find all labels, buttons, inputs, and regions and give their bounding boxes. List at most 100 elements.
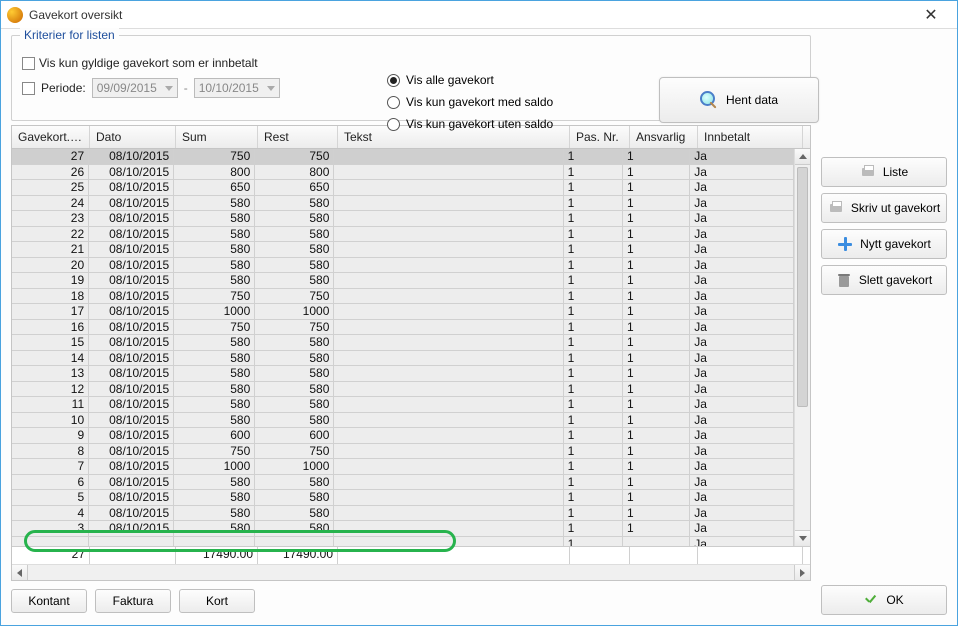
table-cell: 7 — [12, 459, 89, 474]
period-to-input[interactable]: 10/10/2015 — [194, 78, 280, 98]
show-valid-paid-checkbox[interactable] — [22, 57, 35, 70]
app-icon — [7, 7, 23, 23]
kort-button[interactable]: Kort — [179, 589, 255, 613]
table-row[interactable]: 2708/10/201575075011Ja — [12, 149, 794, 165]
table-row[interactable]: 2608/10/201580080011Ja — [12, 165, 794, 181]
table-row[interactable]: 508/10/201558058011Ja — [12, 490, 794, 506]
ok-button[interactable]: OK — [821, 585, 947, 615]
radio-with-balance[interactable] — [387, 96, 400, 109]
kontant-button[interactable]: Kontant — [11, 589, 87, 613]
table-row[interactable]: 1008/10/201558058011Ja — [12, 413, 794, 429]
table-cell: 1 — [564, 196, 623, 211]
table-cell: 08/10/2015 — [89, 304, 174, 319]
chevron-down-icon[interactable] — [265, 82, 277, 94]
table-cell: 13 — [12, 366, 89, 381]
table-cell: 08/10/2015 — [89, 428, 174, 443]
table-cell: 08/10/2015 — [89, 180, 174, 195]
table-cell: Ja — [690, 490, 794, 505]
horizontal-scrollbar[interactable] — [12, 564, 810, 580]
table-cell: Ja — [690, 444, 794, 459]
table-cell: 19 — [12, 273, 89, 288]
table-row[interactable]: 1408/10/201558058011Ja — [12, 351, 794, 367]
table-row[interactable]: 1508/10/201558058011Ja — [12, 335, 794, 351]
slett-gavekort-button[interactable]: Slett gavekort — [821, 265, 947, 295]
table-cell: 750 — [255, 320, 334, 335]
scroll-right-icon[interactable] — [794, 565, 810, 581]
col-header-dato[interactable]: Dato — [90, 126, 176, 148]
table-row[interactable]: 1Ja — [12, 537, 794, 547]
table-row[interactable]: 708/10/20151000100011Ja — [12, 459, 794, 475]
table-cell: 1 — [623, 521, 690, 536]
table-row[interactable]: 1708/10/20151000100011Ja — [12, 304, 794, 320]
table-cell: 6 — [12, 475, 89, 490]
col-header-pasnr[interactable]: Pas. Nr. — [570, 126, 630, 148]
table-cell: Ja — [690, 196, 794, 211]
scroll-down-icon[interactable] — [795, 530, 810, 546]
radio-all[interactable] — [387, 74, 400, 87]
table-cell: 26 — [12, 165, 89, 180]
table-cell — [334, 335, 563, 350]
table-cell: 15 — [12, 335, 89, 350]
table-row[interactable]: 2408/10/201558058011Ja — [12, 196, 794, 212]
table-cell: Ja — [690, 320, 794, 335]
chevron-down-icon[interactable] — [163, 82, 175, 94]
period-from-input[interactable]: 09/09/2015 — [92, 78, 178, 98]
table-cell: 10 — [12, 413, 89, 428]
period-from-value: 09/09/2015 — [97, 81, 157, 95]
table-row[interactable]: 308/10/201558058011Ja — [12, 521, 794, 537]
table-row[interactable]: 2208/10/201558058011Ja — [12, 227, 794, 243]
radio-row-without-balance[interactable]: Vis kun gavekort uten saldo — [387, 113, 553, 135]
vertical-scrollbar[interactable] — [794, 149, 810, 546]
table-cell — [334, 366, 563, 381]
scroll-up-icon[interactable] — [795, 149, 810, 165]
table-row[interactable]: 1608/10/201575075011Ja — [12, 320, 794, 336]
table-cell: 580 — [174, 413, 255, 428]
table-row[interactable]: 608/10/201558058011Ja — [12, 475, 794, 491]
table-cell: 1 — [564, 242, 623, 257]
radio-without-balance-label: Vis kun gavekort uten saldo — [406, 117, 553, 131]
table-cell: 08/10/2015 — [89, 506, 174, 521]
period-checkbox[interactable] — [22, 82, 35, 95]
table-cell: 1 — [564, 289, 623, 304]
scroll-left-icon[interactable] — [12, 565, 28, 581]
table-row[interactable]: 1808/10/201575075011Ja — [12, 289, 794, 305]
faktura-button[interactable]: Faktura — [95, 589, 171, 613]
table-cell: 600 — [255, 428, 334, 443]
table-row[interactable]: 2108/10/201558058011Ja — [12, 242, 794, 258]
table-cell: 580 — [174, 475, 255, 490]
radio-row-with-balance[interactable]: Vis kun gavekort med saldo — [387, 91, 553, 113]
table-row[interactable]: 2508/10/201565065011Ja — [12, 180, 794, 196]
nytt-gavekort-button[interactable]: Nytt gavekort — [821, 229, 947, 259]
table-cell: Ja — [690, 428, 794, 443]
table-cell: 580 — [255, 242, 334, 257]
table-row[interactable]: 408/10/201558058011Ja — [12, 506, 794, 522]
table-cell: 1 — [564, 490, 623, 505]
table-cell: Ja — [690, 351, 794, 366]
table-row[interactable]: 2008/10/201558058011Ja — [12, 258, 794, 274]
table-cell: 580 — [174, 490, 255, 505]
table-row[interactable]: 908/10/201560060011Ja — [12, 428, 794, 444]
col-header-nr[interactable]: Gavekort. Nr. — [12, 126, 90, 148]
table-row[interactable]: 1908/10/201558058011Ja — [12, 273, 794, 289]
col-header-sum[interactable]: Sum — [176, 126, 258, 148]
hent-data-button[interactable]: Hent data — [659, 77, 819, 123]
table-cell: Ja — [690, 149, 794, 164]
table-cell: 1 — [623, 320, 690, 335]
totals-blank-pasnr — [570, 547, 630, 564]
scrollbar-thumb[interactable] — [797, 167, 808, 407]
col-header-rest[interactable]: Rest — [258, 126, 338, 148]
table-cell: Ja — [690, 165, 794, 180]
table-cell: 1 — [564, 521, 623, 536]
radio-without-balance[interactable] — [387, 118, 400, 131]
liste-button[interactable]: Liste — [821, 157, 947, 187]
col-header-ansvarlig[interactable]: Ansvarlig — [630, 126, 698, 148]
table-row[interactable]: 808/10/201575075011Ja — [12, 444, 794, 460]
radio-row-all[interactable]: Vis alle gavekort — [387, 69, 553, 91]
table-row[interactable]: 1308/10/201558058011Ja — [12, 366, 794, 382]
close-icon[interactable]: ✕ — [911, 5, 951, 25]
col-header-innbetalt[interactable]: Innbetalt — [698, 126, 803, 148]
skriv-ut-gavekort-button[interactable]: Skriv ut gavekort — [821, 193, 947, 223]
table-row[interactable]: 2308/10/201558058011Ja — [12, 211, 794, 227]
table-row[interactable]: 1108/10/201558058011Ja — [12, 397, 794, 413]
table-row[interactable]: 1208/10/201558058011Ja — [12, 382, 794, 398]
